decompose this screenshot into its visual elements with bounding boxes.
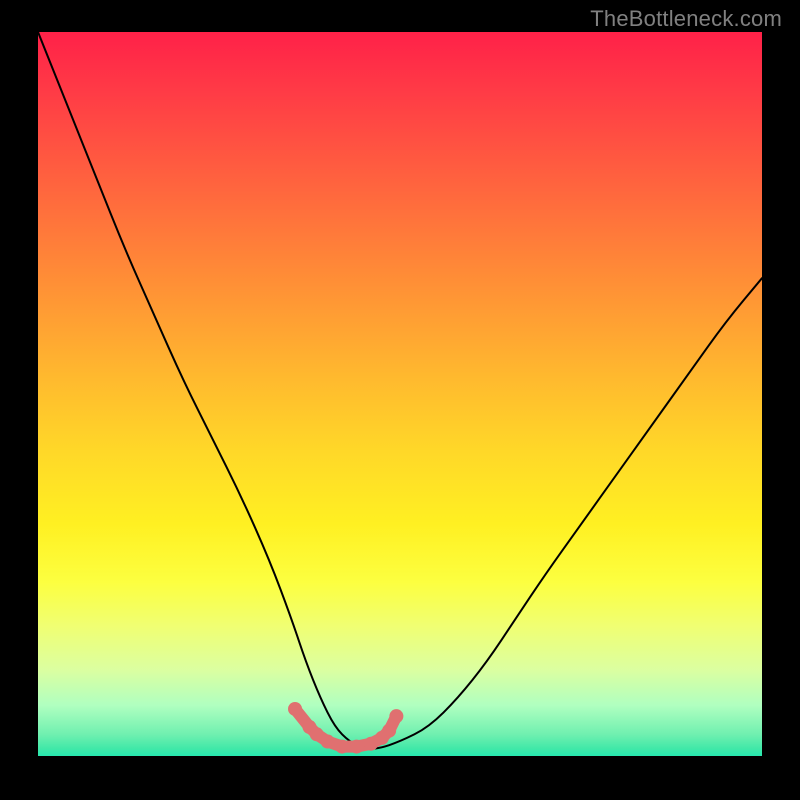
watermark-text: TheBottleneck.com [590,6,782,32]
plot-area [38,32,762,756]
optimal-zone-marker [382,724,396,738]
optimal-zone-marker [389,709,403,723]
chart-svg [38,32,762,756]
optimal-zone-marker [288,702,302,716]
optimal-zone-marker [350,740,364,754]
optimal-zone-marker [335,740,349,754]
chart-container: TheBottleneck.com [0,0,800,800]
bottleneck-curve [38,32,762,749]
optimal-zone-marker [321,735,335,749]
